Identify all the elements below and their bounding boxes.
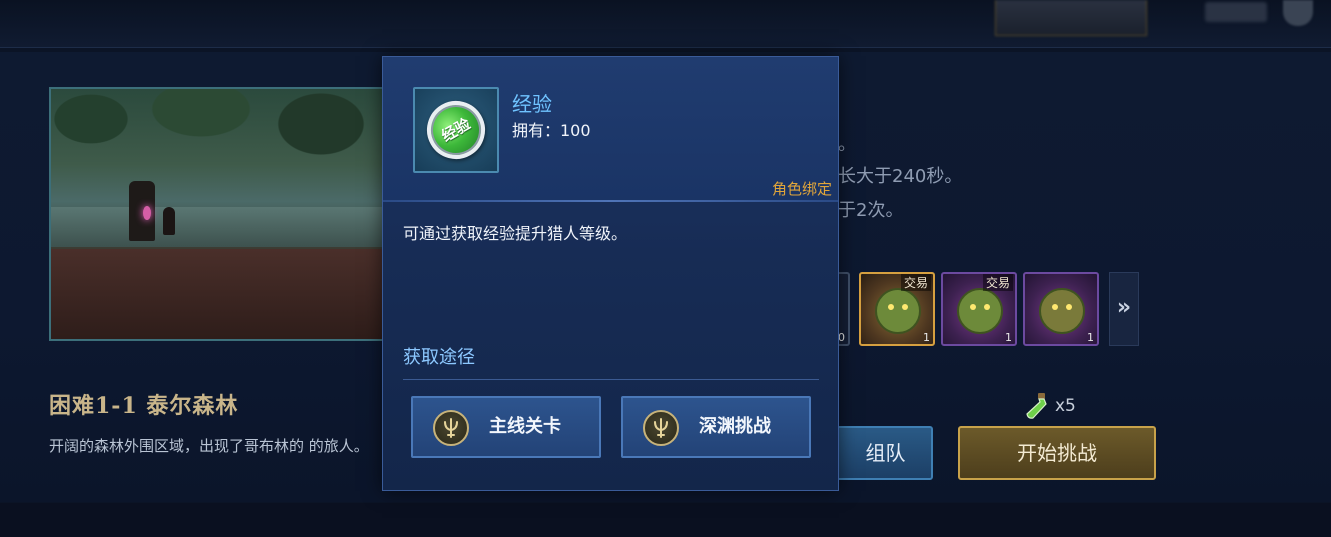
top-right-label bbox=[1205, 2, 1267, 22]
reward-count: 1 bbox=[1005, 331, 1012, 344]
scene-glow bbox=[143, 206, 151, 220]
reward-slot[interactable]: 交易 1 bbox=[941, 272, 1017, 346]
source-label: 主线关卡 bbox=[489, 416, 561, 437]
stage-scene-image bbox=[49, 87, 394, 341]
divider bbox=[403, 379, 819, 380]
item-description: 可通过获取经验提升猎人等级。 bbox=[403, 224, 628, 243]
rule-line: 于2次。 bbox=[838, 200, 904, 221]
stage-description: 开阔的森林外围区域，出现了哥布林的 的旅人。 bbox=[49, 437, 369, 455]
reward-tag: 交易 bbox=[982, 274, 1013, 291]
goblin-purple-icon bbox=[957, 288, 1003, 334]
scene-figure bbox=[163, 207, 175, 235]
rule-line: 长大于240秒。 bbox=[838, 166, 963, 187]
scene-ground bbox=[51, 249, 392, 339]
main-stage-source-button[interactable]: 主线关卡 bbox=[411, 396, 601, 458]
reward-slot[interactable]: 交易 1 bbox=[859, 272, 935, 346]
item-name: 经验 bbox=[512, 92, 552, 116]
reward-count: 1 bbox=[1087, 331, 1094, 344]
source-title: 获取途径 bbox=[403, 347, 475, 368]
stamina-count: x5 bbox=[1055, 396, 1076, 416]
stage-title: 困难1-1 泰尔森林 bbox=[49, 393, 239, 419]
reward-tag: 交易 bbox=[900, 274, 931, 291]
trident-emblem-icon bbox=[643, 410, 679, 446]
start-challenge-button[interactable]: 开始挑战 bbox=[958, 426, 1156, 480]
rule-line: 。 bbox=[838, 134, 856, 155]
source-label: 深渊挑战 bbox=[699, 416, 771, 437]
scene-stump bbox=[129, 181, 155, 241]
scene-trees bbox=[51, 89, 392, 199]
more-rewards-button[interactable]: » bbox=[1109, 272, 1139, 346]
reward-slot[interactable]: 1 bbox=[1023, 272, 1099, 346]
top-tab[interactable] bbox=[995, 0, 1147, 36]
trident-emblem-icon bbox=[433, 410, 469, 446]
tooltip-header: 经验 经验 拥有：100 角色绑定 bbox=[383, 57, 838, 202]
reward-count: 1 bbox=[923, 331, 930, 344]
goblin-green-icon bbox=[875, 288, 921, 334]
exp-coin-icon: 经验 bbox=[416, 90, 496, 170]
scene-water bbox=[51, 207, 392, 247]
item-icon-frame: 经验 bbox=[413, 87, 499, 173]
abyss-challenge-source-button[interactable]: 深渊挑战 bbox=[621, 396, 811, 458]
avatar[interactable] bbox=[1283, 0, 1313, 26]
goblin-helmet-icon bbox=[1039, 288, 1085, 334]
bind-badge: 角色绑定 bbox=[771, 180, 832, 198]
next-stage-label bbox=[115, 515, 285, 537]
potion-icon bbox=[1026, 393, 1047, 419]
item-owned-count: 拥有：100 bbox=[512, 121, 591, 140]
item-tooltip: 经验 经验 拥有：100 角色绑定 可通过获取经验提升猎人等级。 获取途径 主线… bbox=[382, 56, 839, 491]
reward-count: 0 bbox=[838, 331, 845, 344]
